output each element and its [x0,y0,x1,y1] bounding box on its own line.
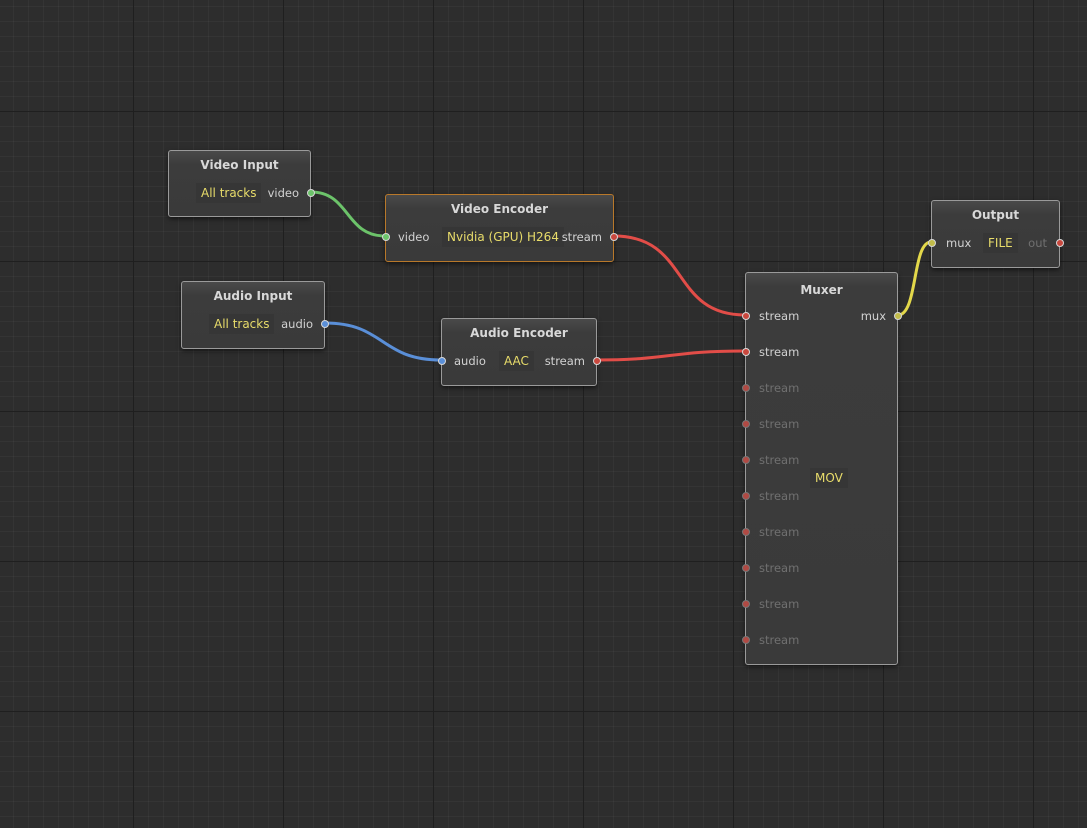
stream-input-label: stream [759,381,800,395]
input-label: audio [454,354,486,368]
stream-input-label: stream [759,309,800,323]
node-title: Video Encoder [450,202,549,216]
stream-input-label: stream [759,453,800,467]
video-input-node[interactable]: Video Input All tracks video [168,150,315,217]
track-selector[interactable]: All tracks [209,314,275,334]
video-output-port[interactable] [307,189,315,197]
output-label: stream [561,230,602,244]
node-title: Muxer [800,283,843,297]
stream-input-port[interactable] [742,348,750,356]
track-selector[interactable]: All tracks [196,183,262,203]
stream-input-label: stream [759,561,800,575]
stream-input-label: stream [759,417,800,431]
stream-input-port[interactable] [742,528,750,536]
stream-input-port[interactable] [742,564,750,572]
input-label: video [398,230,430,244]
mux-input-port[interactable] [928,239,936,247]
stream-input-label: stream [759,633,800,647]
output-label: audio [281,317,313,331]
muxer-node[interactable]: Muxer stream stream stream stream stream… [742,272,902,665]
container-format-selector[interactable]: MOV [810,468,848,488]
stream-input-label: stream [759,345,800,359]
stream-input-port[interactable] [742,420,750,428]
stream-input-port[interactable] [742,312,750,320]
mux-output-port[interactable] [894,312,902,320]
audio-input-node[interactable]: Audio Input All tracks audio [181,281,329,349]
audio-encoder-node[interactable]: Audio Encoder audio AAC stream [438,318,601,386]
wire-audio-encoder-to-muxer [596,349,746,362]
wire-video-input-to-video-encoder [310,190,386,238]
stream-input-label: stream [759,525,800,539]
output-label: mux [860,309,886,323]
stream-input-port[interactable] [742,636,750,644]
stream-output-port[interactable] [593,357,601,365]
output-label: stream [544,354,585,368]
stream-output-port[interactable] [610,233,618,241]
output-label: video [267,186,299,200]
stream-input-port[interactable] [742,456,750,464]
stream-input-port[interactable] [742,492,750,500]
out-output-port[interactable] [1056,239,1064,247]
wire-video-encoder-to-muxer [613,234,746,317]
video-input-port[interactable] [382,233,390,241]
video-encoder-node[interactable]: Video Encoder video Nvidia (GPU) H264 st… [382,194,618,262]
connection-wires [310,190,932,362]
output-label: out [1028,236,1047,250]
stream-input-label: stream [759,597,800,611]
audio-input-port[interactable] [438,357,446,365]
output-type-selector[interactable]: FILE [983,233,1018,253]
node-title: Output [971,208,1020,222]
node-title: Audio Encoder [470,326,568,340]
audio-output-port[interactable] [321,320,329,328]
stream-input-label: stream [759,489,800,503]
node-title: Video Input [200,158,279,172]
node-title: Audio Input [213,289,293,303]
wire-muxer-to-output [897,240,932,317]
wire-audio-input-to-audio-encoder [324,321,442,362]
output-node[interactable]: Output mux FILE out [928,200,1064,268]
encoder-selector[interactable]: AAC [499,351,534,371]
stream-input-port[interactable] [742,600,750,608]
input-label: mux [946,236,972,250]
encoder-selector[interactable]: Nvidia (GPU) H264 [442,227,564,247]
stream-input-port[interactable] [742,384,750,392]
